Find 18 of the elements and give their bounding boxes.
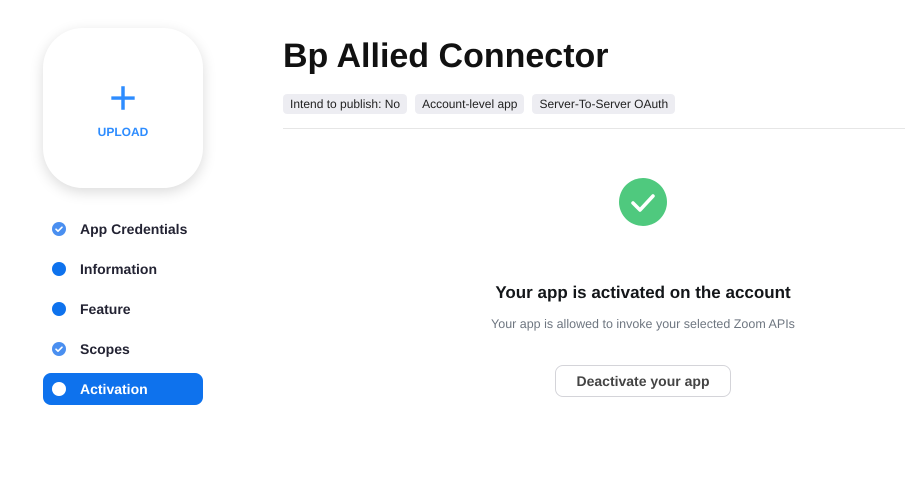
check-icon [51, 341, 67, 357]
step-item[interactable]: App Credentials [43, 213, 203, 245]
deactivate-button[interactable]: Deactivate your app [555, 365, 731, 397]
app-title: Bp Allied Connector [283, 36, 610, 77]
step-item[interactable]: Scopes [43, 333, 203, 365]
check-icon [51, 221, 67, 237]
status-message: Your app is allowed to invoke your selected Zoom APIs [491, 317, 795, 331]
tag: Intend to publish: No [283, 94, 408, 114]
success-check-icon [619, 178, 667, 226]
dot-icon [51, 301, 67, 317]
dot-icon [51, 381, 67, 397]
tag: Account-level app [415, 94, 524, 114]
tag: Server-To-Server OAuth [532, 94, 676, 114]
dot-icon [51, 261, 67, 277]
step-item[interactable]: Information [43, 253, 203, 285]
step-item[interactable]: Activation [43, 373, 203, 405]
step-item[interactable]: Feature [43, 293, 203, 325]
status-heading: Your app is activated on the account [495, 283, 791, 303]
